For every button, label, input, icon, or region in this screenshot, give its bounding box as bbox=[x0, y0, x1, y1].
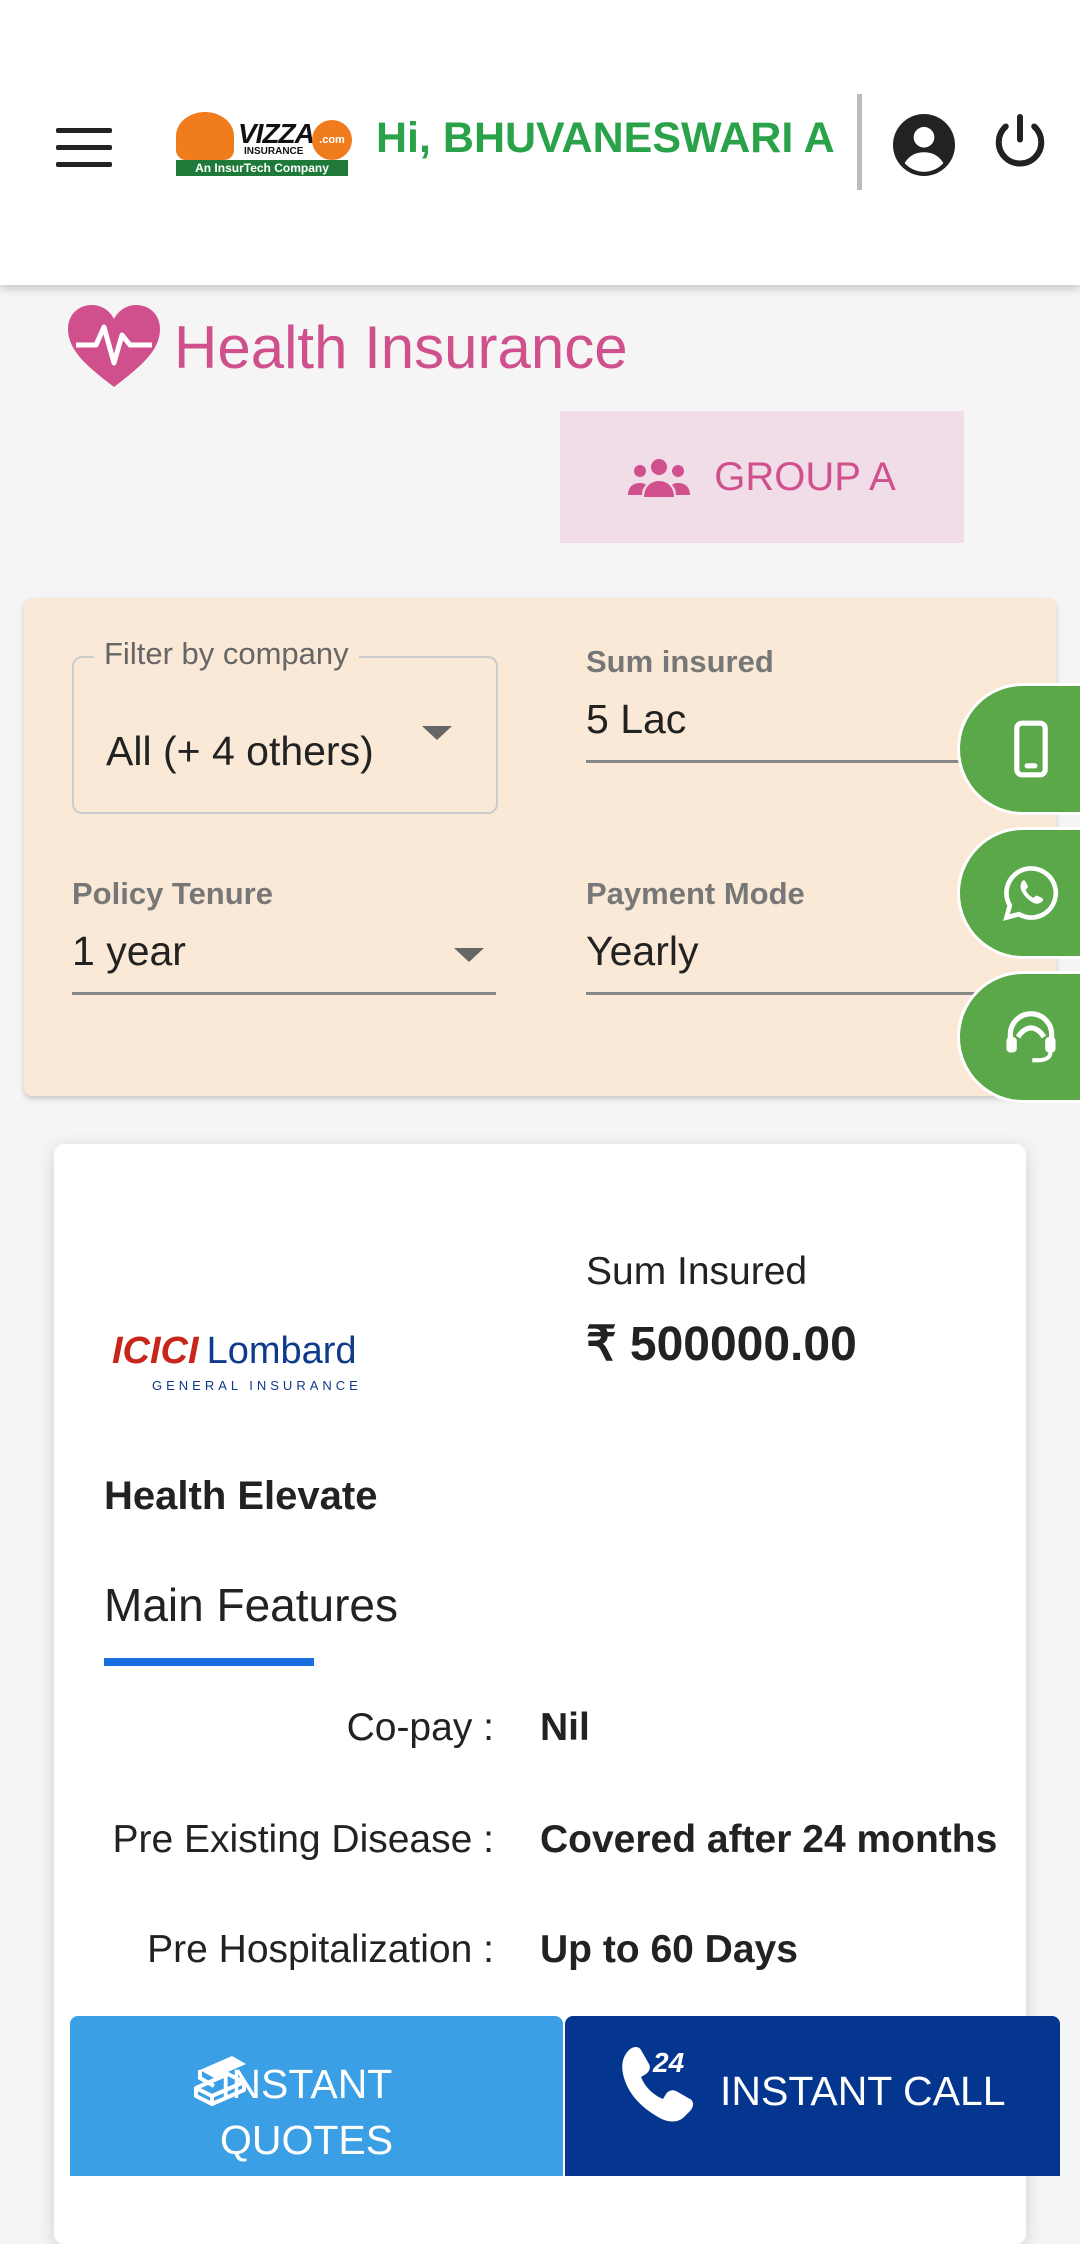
company-filter-value: All (+ 4 others) bbox=[106, 728, 374, 774]
logo-com: .com bbox=[312, 120, 352, 160]
policy-tenure-select[interactable]: 1 year bbox=[72, 928, 186, 975]
payment-mode-underline bbox=[586, 992, 990, 995]
account-icon[interactable] bbox=[893, 114, 955, 176]
payment-mode-select[interactable]: Yearly bbox=[586, 928, 698, 975]
logo-sub: INSURANCE bbox=[244, 146, 304, 157]
sum-insured-label: Sum insured bbox=[586, 644, 774, 679]
sum-insured-amount: ₹ 500000.00 bbox=[586, 1318, 857, 1371]
group-icon bbox=[628, 459, 691, 497]
feature-value: Up to 60 Days bbox=[540, 1928, 798, 1971]
instant-call-label: INSTANT CALL bbox=[720, 2068, 1006, 2114]
app-header: VIZZA INSURANCE .com An InsurTech Compan… bbox=[0, 0, 1080, 285]
page-title: Health Insurance bbox=[174, 314, 628, 381]
sum-insured-input[interactable]: 5 Lac bbox=[586, 696, 686, 743]
policy-tenure-underline bbox=[72, 992, 496, 995]
icici-lombard-logo: ICICI Lombard GENERAL INSURANCE bbox=[112, 1322, 402, 1398]
power-icon[interactable] bbox=[990, 112, 1050, 172]
call-badge: 24 bbox=[652, 2047, 685, 2078]
user-greeting: Hi, BHUVANESWARI A bbox=[376, 114, 835, 162]
group-label: GROUP A bbox=[714, 454, 896, 499]
icici-logo-brand: Lombard bbox=[206, 1330, 357, 1372]
chevron-down-icon[interactable] bbox=[454, 948, 484, 962]
company-filter-select[interactable]: Filter by company All (+ 4 others) bbox=[72, 636, 498, 814]
feature-label: Pre Existing Disease : bbox=[112, 1818, 495, 1861]
menu-icon[interactable] bbox=[56, 128, 112, 168]
support-button[interactable] bbox=[957, 971, 1080, 1103]
instant-quotes-label: INSTANT QUOTES bbox=[220, 2061, 394, 2163]
header-divider bbox=[857, 94, 862, 190]
whatsapp-button[interactable] bbox=[957, 827, 1080, 959]
feature-label: Co-pay : bbox=[346, 1706, 494, 1749]
heart-pulse-icon bbox=[68, 305, 160, 387]
tab-active-indicator bbox=[104, 1658, 314, 1666]
filter-panel: Filter by company All (+ 4 others) Sum i… bbox=[24, 598, 1056, 1096]
sum-insured-underline bbox=[586, 760, 976, 763]
elephant-icon bbox=[176, 112, 234, 160]
mobile-icon bbox=[1014, 720, 1048, 778]
phone-24-icon: 24 bbox=[622, 2047, 693, 2122]
plan-name: Health Elevate bbox=[104, 1474, 378, 1518]
vizza-logo[interactable]: VIZZA INSURANCE .com An InsurTech Compan… bbox=[172, 108, 352, 176]
whatsapp-icon bbox=[1003, 866, 1059, 921]
payment-mode-label: Payment Mode bbox=[586, 876, 805, 911]
tab-main-features[interactable]: Main Features bbox=[104, 1578, 398, 1632]
feature-label: Pre Hospitalization : bbox=[147, 1928, 494, 1971]
group-button[interactable]: GROUP A bbox=[560, 411, 964, 543]
policy-tenure-label: Policy Tenure bbox=[72, 876, 273, 911]
icici-logo-sub: GENERAL INSURANCE bbox=[152, 1378, 362, 1393]
support-agent-icon bbox=[1006, 1011, 1056, 1063]
chevron-down-icon bbox=[422, 726, 452, 740]
feature-value: Nil bbox=[540, 1706, 590, 1749]
mobile-button[interactable] bbox=[957, 683, 1080, 815]
instant-call-button[interactable]: 24 INSTANT CALL bbox=[565, 2016, 1060, 2176]
sum-insured-caption: Sum Insured bbox=[586, 1250, 808, 1293]
logo-tagline: An InsurTech Company bbox=[176, 160, 348, 176]
instant-quotes-button[interactable]: INSTANT QUOTES bbox=[70, 2016, 563, 2176]
company-filter-label: Filter by company bbox=[94, 636, 359, 672]
feature-value: Covered after 24 months bbox=[540, 1818, 998, 1861]
icici-logo-main: ICICI bbox=[112, 1330, 199, 1372]
